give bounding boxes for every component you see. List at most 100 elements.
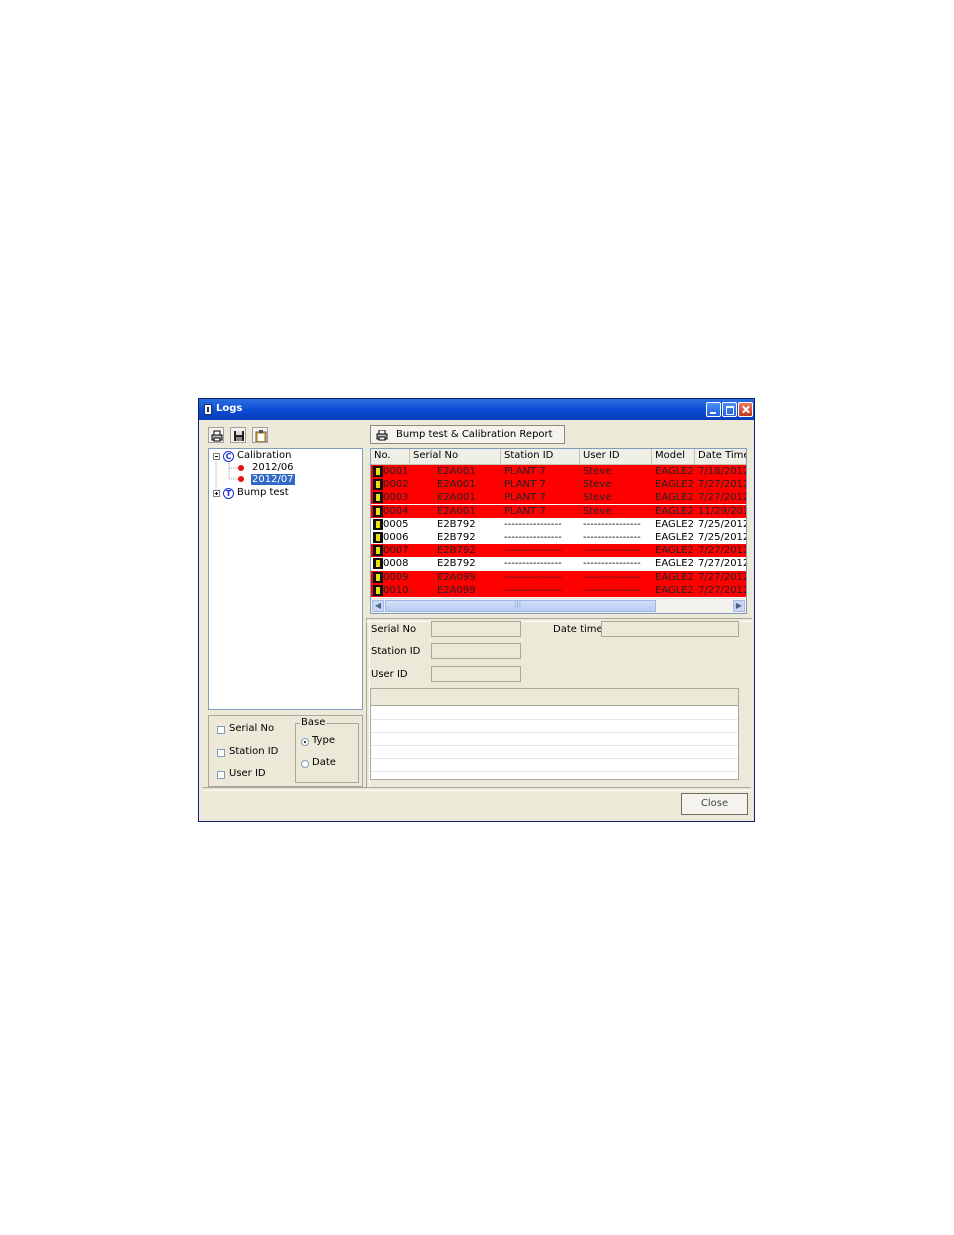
horizontal-scrollbar[interactable]: ◀ ▶ [371, 598, 746, 613]
date-time-field [601, 621, 739, 637]
log-tree[interactable]: C Calibration 2012/06 2012/07 T Bump tes… [208, 448, 363, 710]
printer-icon [211, 430, 223, 442]
column-header-user-id[interactable]: User ID [580, 449, 652, 464]
column-header-serial-no[interactable]: Serial No [410, 449, 501, 464]
save-button[interactable] [230, 427, 246, 443]
scroll-left-icon[interactable]: ◀ [372, 600, 384, 612]
cell-user: ---------------- [583, 571, 641, 583]
cell-station: ---------------- [504, 545, 562, 557]
column-header-station-id[interactable]: Station ID [501, 449, 580, 464]
detail-serial-no-label: Serial No [371, 624, 417, 635]
tree-item-2012-06[interactable]: 2012/06 [252, 462, 294, 473]
table-row[interactable]: 0003 E2A001 PLANT 7 Steve EAGLE2 7/27/2012 [371, 491, 746, 505]
cell-no: 0009 [383, 571, 409, 583]
table-gridline [371, 758, 738, 759]
cell-model: EAGLE2 [655, 558, 694, 570]
instrument-icon [373, 492, 383, 504]
log-folder-icon [238, 476, 244, 482]
close-button[interactable]: Close [681, 793, 748, 815]
bump-test-expand-toggle[interactable] [213, 490, 220, 497]
cell-date: 7/25/2012 [698, 532, 747, 543]
column-header-date-time[interactable]: Date Time [695, 449, 746, 464]
tree-item-bump-test[interactable]: Bump test [237, 487, 289, 498]
cell-model: EAGLE2 [655, 571, 694, 583]
cell-date: 7/18/2012 [698, 466, 747, 477]
cell-user: Steve [583, 505, 612, 517]
footer-divider [203, 787, 751, 791]
cell-model: EAGLE2 [655, 492, 694, 504]
table-row[interactable]: 0009 E2A099 ---------------- --------------… [371, 570, 747, 584]
cell-station: PLANT 7 [504, 466, 546, 477]
cell-model: EAGLE2 [655, 505, 694, 517]
cell-no: 0004 [383, 505, 409, 517]
date-radio[interactable] [301, 760, 309, 768]
station-id-checkbox[interactable] [217, 749, 225, 757]
table-row[interactable]: 0001 E2A001 PLANT 7 Steve EAGLE2 7/18/2012 [371, 465, 746, 478]
calibration-collapse-toggle[interactable] [213, 453, 220, 460]
close-window-button[interactable] [738, 402, 753, 417]
cell-model: EAGLE2 [655, 545, 694, 557]
scroll-thumb[interactable] [385, 600, 656, 612]
log-table[interactable]: No. Serial No Station ID User ID Model D… [370, 448, 747, 614]
detail-user-id-label: User ID [371, 669, 408, 680]
base-group-label: Base [300, 717, 327, 728]
cell-serial: E2B792 [437, 518, 476, 530]
scroll-right-icon[interactable]: ▶ [733, 600, 745, 612]
type-radio[interactable] [301, 738, 309, 746]
cell-model: EAGLE2 [655, 518, 694, 530]
title-bar[interactable]: Logs [199, 399, 754, 420]
cell-user: Steve [583, 492, 612, 504]
clipboard-button[interactable] [252, 427, 268, 443]
save-icon [234, 431, 244, 441]
table-gridline [371, 745, 738, 746]
cell-serial: E2A099 [437, 571, 476, 583]
table-row[interactable]: 0007 E2B792 ---------------- --------------… [371, 544, 747, 558]
column-header-no[interactable]: No. [371, 449, 410, 464]
minimize-button[interactable] [706, 402, 721, 417]
user-id-label: User ID [229, 768, 266, 779]
instrument-icon [373, 584, 383, 596]
cell-station: ---------------- [504, 518, 562, 530]
column-header-model[interactable]: Model [652, 449, 695, 464]
gas-details-table[interactable] [370, 688, 739, 780]
cell-user: Steve [583, 466, 612, 477]
cell-user: ---------------- [583, 545, 641, 557]
instrument-icon [373, 558, 383, 570]
cell-user: ---------------- [583, 532, 641, 543]
table-row[interactable]: 0006 E2B792 ---------------- --------------… [371, 531, 746, 544]
clipboard-icon [255, 430, 267, 442]
table-gridline [371, 771, 738, 772]
table-gridline [371, 719, 738, 720]
table-row[interactable]: 0002 E2A001 PLANT 7 Steve EAGLE2 7/27/2012 [371, 478, 746, 492]
cell-user: ---------------- [583, 558, 641, 570]
bump-calibration-report-button[interactable]: Bump test & Calibration Report [370, 425, 565, 444]
cell-station: ---------------- [504, 532, 562, 543]
cell-serial: E2A001 [437, 466, 476, 477]
cell-date: 7/27/2012 [698, 571, 747, 583]
base-group: Base Type Date [295, 717, 359, 783]
cell-user: ---------------- [583, 584, 641, 596]
cell-date: 7/27/2012 [698, 584, 747, 596]
table-row[interactable]: 0004 E2A001 PLANT 7 Steve EAGLE2 11/29/2012 [371, 504, 746, 518]
tree-item-2012-07[interactable]: 2012/07 [251, 474, 295, 485]
table-row[interactable]: 0005 E2B792 ---------------- --------------… [371, 518, 746, 531]
table-row[interactable]: 0010 E2A099 ---------------- --------------… [371, 583, 747, 597]
detail-date-time-label: Date time [553, 624, 603, 635]
user-id-checkbox[interactable] [217, 771, 225, 779]
cell-no: 0005 [383, 518, 409, 530]
tree-item-calibration[interactable]: Calibration [237, 450, 291, 461]
cell-date: 7/27/2012 [698, 545, 747, 557]
serial-no-checkbox[interactable] [217, 726, 225, 734]
instrument-icon [373, 532, 383, 543]
cell-no: 0003 [383, 492, 409, 504]
cell-model: EAGLE2 [655, 532, 694, 543]
instrument-icon [373, 479, 383, 491]
print-button[interactable] [208, 427, 224, 443]
instrument-icon [373, 545, 383, 557]
cell-no: 0006 [383, 532, 409, 543]
bump-test-icon: T [223, 488, 234, 499]
logs-window: Logs C Calibration 2012/06 2012/07 T Bum… [198, 398, 755, 822]
table-row[interactable]: 0008 E2B792 ---------------- --------------… [371, 557, 746, 570]
type-radio-label: Type [312, 735, 335, 746]
maximize-button[interactable] [722, 402, 737, 417]
